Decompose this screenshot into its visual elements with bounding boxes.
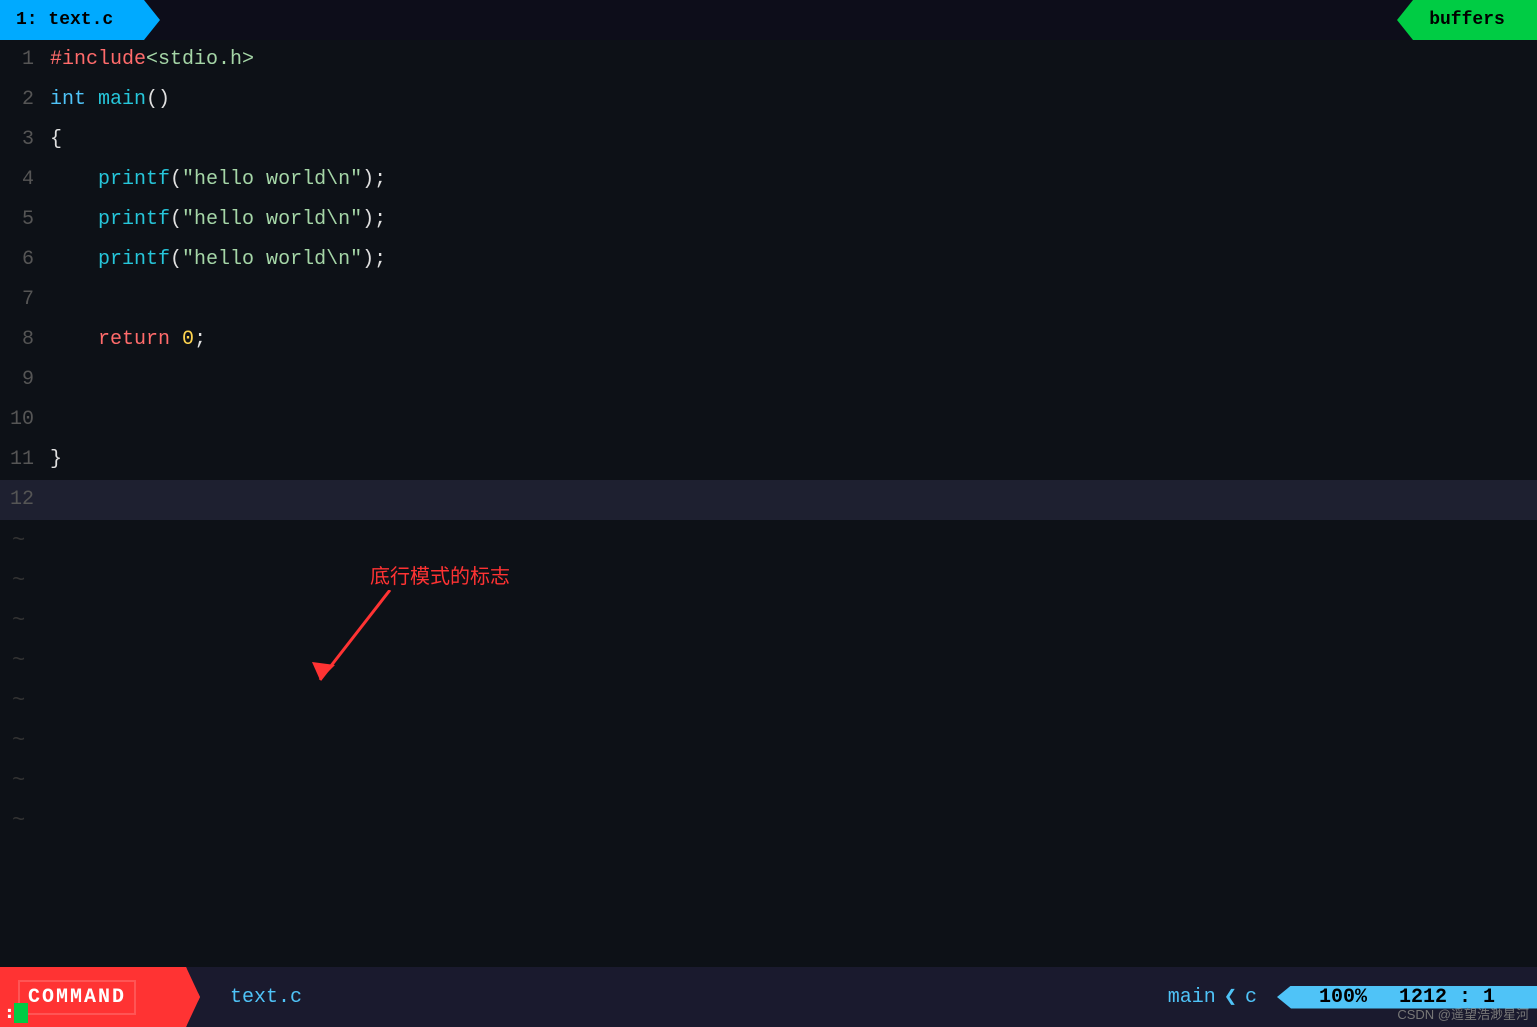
tilde-6: ~ — [0, 720, 1537, 760]
mode-box: COMMAND — [0, 967, 200, 1027]
line-number-1: 1 — [0, 40, 50, 80]
line-number-11: 11 — [0, 440, 50, 480]
tilde-8: ~ — [0, 800, 1537, 840]
line-content-1: #include<stdio.h> — [50, 40, 254, 80]
code-line-2: 2 int main() — [0, 80, 1537, 120]
line-content-5: printf("hello world\n"); — [50, 200, 386, 240]
chevron-left-icon: ❮ — [1224, 984, 1237, 1010]
cursor-block — [14, 1003, 28, 1023]
code-line-9: 9 — [0, 360, 1537, 400]
func-name: main — [1168, 986, 1216, 1009]
line-content-3: { — [50, 120, 62, 160]
code-line-8: 8 return 0; — [0, 320, 1537, 360]
code-line-10: 10 — [0, 400, 1537, 440]
line-content-6: printf("hello world\n"); — [50, 240, 386, 280]
line-number-7: 7 — [0, 280, 50, 320]
code-line-1: 1 #include<stdio.h> — [0, 40, 1537, 80]
line-content-11: } — [50, 440, 62, 480]
code-line-12: 12 — [0, 480, 1537, 520]
code-line-11: 11 } — [0, 440, 1537, 480]
mode-label: COMMAND — [28, 986, 126, 1009]
tilde-4: ~ — [0, 640, 1537, 680]
line-number-8: 8 — [0, 320, 50, 360]
code-line-6: 6 printf("hello world\n"); — [0, 240, 1537, 280]
tilde-1: ~ — [0, 520, 1537, 560]
mode-inner: COMMAND — [18, 980, 136, 1015]
line-content-4: printf("hello world\n"); — [50, 160, 386, 200]
buffers-label: buffers — [1429, 10, 1505, 30]
buffers-button[interactable]: buffers — [1397, 0, 1537, 40]
line-number-6: 6 — [0, 240, 50, 280]
line-number-9: 9 — [0, 360, 50, 400]
line-content-8: return 0; — [50, 320, 206, 360]
tilde-3: ~ — [0, 600, 1537, 640]
code-line-7: 7 — [0, 280, 1537, 320]
lang-label: c — [1245, 986, 1257, 1009]
line-number-3: 3 — [0, 120, 50, 160]
status-filename: text.c — [210, 986, 322, 1009]
func-info: main ❮ c — [1148, 984, 1277, 1010]
code-line-5: 5 printf("hello world\n"); — [0, 200, 1537, 240]
line-number-4: 4 — [0, 160, 50, 200]
active-tab-label: 1: text.c — [16, 10, 113, 30]
active-tab[interactable]: 1: text.c — [0, 0, 160, 40]
code-editor: 1 #include<stdio.h> 2 int main() 3 { 4 p… — [0, 40, 1537, 967]
code-lines: 1 #include<stdio.h> 2 int main() 3 { 4 p… — [0, 40, 1537, 520]
tab-bar: 1: text.c buffers — [0, 0, 1537, 40]
tilde-2: ~ — [0, 560, 1537, 600]
tilde-7: ~ — [0, 760, 1537, 800]
watermark: CSDN @遥望浩渺星河 — [1397, 1004, 1529, 1023]
line-number-12: 12 — [0, 480, 50, 520]
status-center: text.c — [200, 967, 1148, 1027]
line-number-5: 5 — [0, 200, 50, 240]
code-line-3: 3 { — [0, 120, 1537, 160]
status-bar: COMMAND text.c main ❮ c 100% 1212 : 1 — [0, 967, 1537, 1027]
tilde-5: ~ — [0, 680, 1537, 720]
line-content-2: int main() — [50, 80, 170, 120]
line-number-10: 10 — [0, 400, 50, 440]
percent-label: 100% — [1319, 986, 1367, 1009]
code-line-4: 4 printf("hello world\n"); — [0, 160, 1537, 200]
line-number-2: 2 — [0, 80, 50, 120]
command-colon: : — [4, 1002, 15, 1023]
